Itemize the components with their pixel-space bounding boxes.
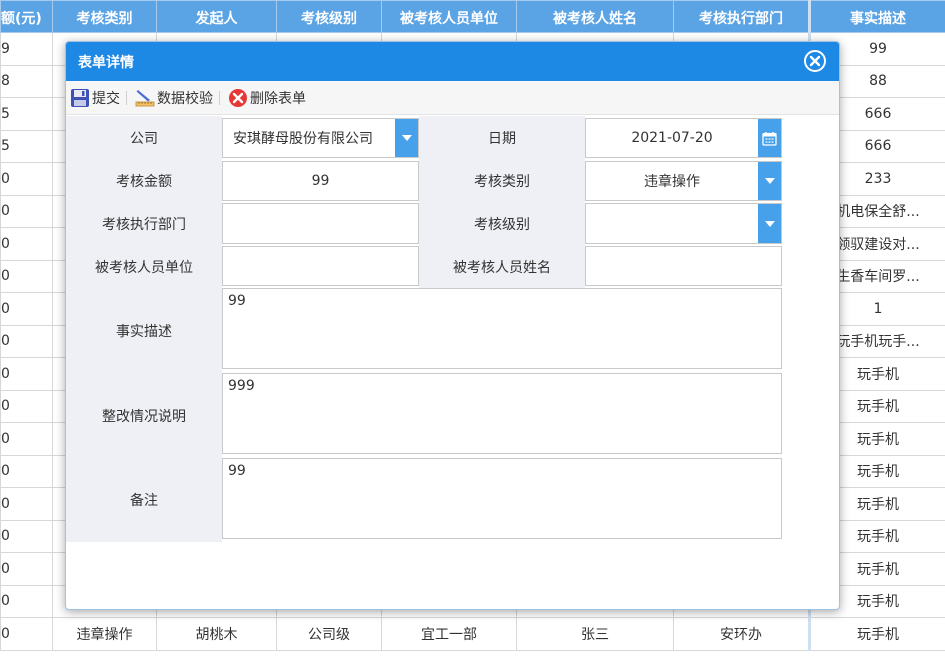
amount-label: 考核金额 [66, 159, 222, 202]
col-header-unit[interactable]: 被考核人员单位 [381, 0, 517, 33]
exec-dept-label: 考核执行部门 [66, 202, 222, 245]
col-header-fact[interactable]: 事实描述 [808, 0, 945, 33]
company-label: 公司 [66, 116, 222, 159]
col-header-amount[interactable]: 额(元) [0, 0, 53, 33]
category-select[interactable]: 违章操作 [585, 161, 782, 201]
form-detail-dialog: 表单详情 提交 数据校验 删除表单 公司 安琪酵母股份有限公司 日期 2021-… [65, 41, 840, 610]
table-header-row: 额(元) 考核类别 发起人 考核级别 被考核人员单位 被考核人姓名 考核执行部门… [0, 0, 945, 33]
table-cell: 0 [0, 357, 53, 391]
amount-value: 99 [311, 173, 330, 189]
category-dropdown-toggle[interactable] [758, 162, 781, 200]
chevron-down-icon [764, 220, 775, 227]
table-cell: 5 [0, 129, 53, 163]
date-label: 日期 [419, 116, 585, 159]
pencil-ruler-icon [135, 89, 155, 106]
table-cell: 8 [0, 64, 53, 98]
exec-dept-input[interactable] [222, 203, 419, 244]
rectify-label: 整改情况说明 [66, 373, 222, 458]
close-button[interactable] [804, 50, 826, 72]
col-header-initiator[interactable]: 发起人 [156, 0, 277, 33]
table-cell: 宜工一部 [381, 617, 517, 651]
delete-form-button[interactable]: 删除表单 [226, 85, 308, 111]
table-cell: 玩手机 [808, 617, 945, 651]
category-label: 考核类别 [419, 159, 585, 202]
detail-form: 公司 安琪酵母股份有限公司 日期 2021-07-20 考核金额 99 考核类别… [66, 116, 782, 542]
close-circle-icon [809, 55, 821, 67]
table-cell: 0 [0, 292, 53, 326]
dialog-header: 表单详情 [66, 42, 839, 81]
validate-button[interactable]: 数据校验 [133, 85, 215, 111]
table-cell: 0 [0, 227, 53, 261]
amount-input[interactable]: 99 [222, 161, 419, 201]
table-cell: 0 [0, 194, 53, 228]
remark-textarea[interactable]: 99 [222, 458, 782, 539]
table-cell: 0 [0, 162, 53, 196]
table-cell: 违章操作 [52, 617, 157, 651]
company-value: 安琪酵母股份有限公司 [233, 131, 373, 147]
table-cell: 9 [0, 32, 53, 66]
table-cell: 公司级 [276, 617, 382, 651]
level-dropdown-toggle[interactable] [758, 204, 781, 243]
table-cell: 0 [0, 584, 53, 618]
table-row[interactable]: 0 违章操作 胡桃木 公司级 宜工一部 张三 安环办 玩手机 [0, 617, 945, 651]
save-disk-icon [71, 88, 89, 107]
company-dropdown-toggle[interactable] [395, 119, 418, 157]
level-label: 考核级别 [419, 202, 585, 245]
table-cell: 0 [0, 389, 53, 423]
chevron-down-icon [401, 135, 412, 141]
date-picker-button[interactable] [758, 119, 781, 157]
unit-label: 被考核人员单位 [66, 245, 222, 288]
table-cell: 0 [0, 454, 53, 488]
toolbar-separator [219, 90, 220, 105]
unit-input[interactable] [222, 246, 419, 286]
level-select[interactable] [585, 203, 782, 244]
col-header-name[interactable]: 被考核人姓名 [516, 0, 674, 33]
fact-textarea[interactable]: 99 [222, 288, 782, 369]
name-label: 被考核人员姓名 [419, 245, 585, 288]
delete-form-label: 删除表单 [250, 90, 306, 107]
delete-x-icon [229, 88, 247, 107]
validate-label: 数据校验 [157, 90, 213, 107]
dialog-toolbar: 提交 数据校验 删除表单 [66, 81, 839, 115]
date-input[interactable]: 2021-07-20 [585, 118, 782, 158]
col-header-level[interactable]: 考核级别 [276, 0, 382, 33]
table-cell: 0 [0, 487, 53, 521]
table-cell: 0 [0, 324, 53, 358]
company-select[interactable]: 安琪酵母股份有限公司 [222, 118, 419, 158]
date-value: 2021-07-20 [631, 130, 713, 146]
remark-label: 备注 [66, 458, 222, 542]
table-cell: 5 [0, 97, 53, 131]
table-cell: 0 [0, 422, 53, 456]
fact-label: 事实描述 [66, 288, 222, 373]
toolbar-separator [126, 90, 127, 105]
submit-button[interactable]: 提交 [68, 85, 122, 111]
table-cell: 0 [0, 552, 53, 586]
name-input[interactable] [585, 246, 782, 286]
rectify-textarea[interactable]: 999 [222, 373, 782, 454]
calendar-icon [762, 131, 777, 146]
col-header-exec-dept[interactable]: 考核执行部门 [673, 0, 810, 33]
table-cell: 0 [0, 617, 53, 651]
col-header-category[interactable]: 考核类别 [52, 0, 157, 33]
table-cell: 胡桃木 [156, 617, 277, 651]
table-cell: 张三 [516, 617, 674, 651]
dialog-title: 表单详情 [78, 54, 134, 71]
submit-label: 提交 [92, 90, 120, 107]
chevron-down-icon [764, 178, 775, 184]
table-cell: 0 [0, 259, 53, 293]
category-value: 违章操作 [644, 174, 700, 190]
table-cell: 0 [0, 519, 53, 553]
table-cell: 安环办 [673, 617, 810, 651]
